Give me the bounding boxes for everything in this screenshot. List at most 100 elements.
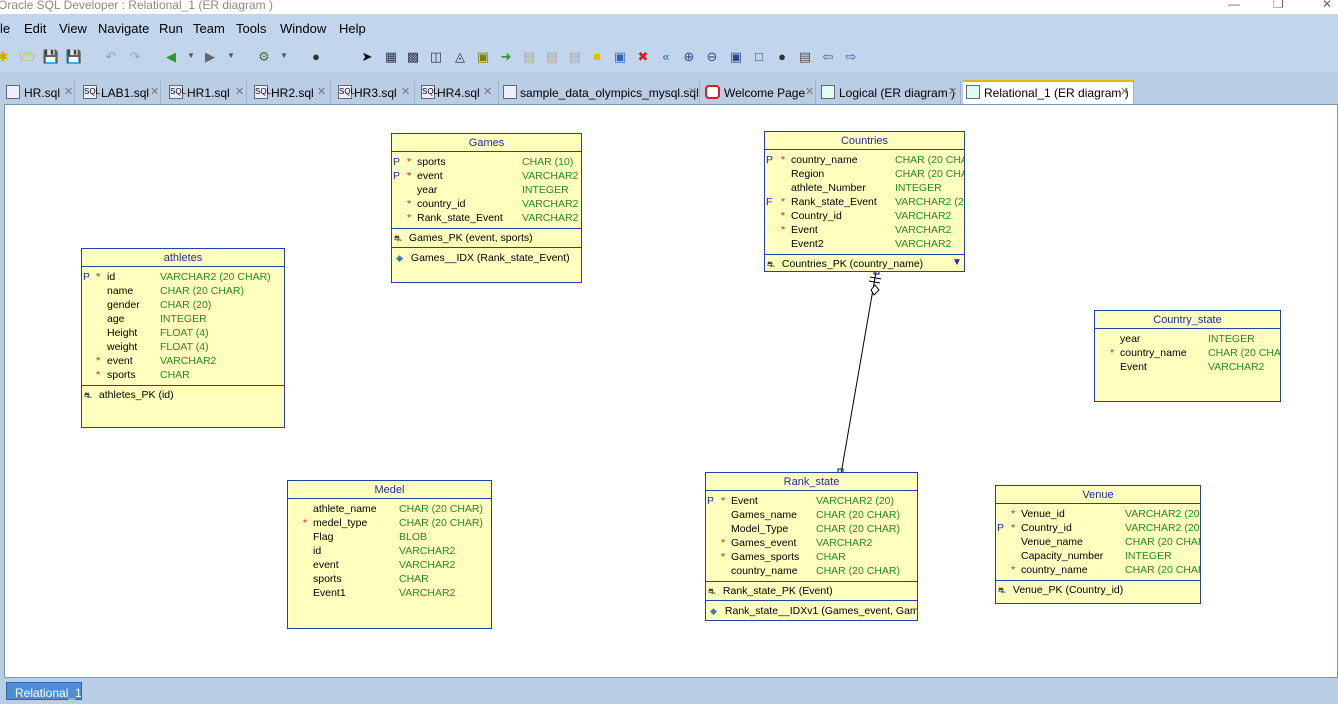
- column-row[interactable]: name CHAR (20 CHAR): [83, 284, 283, 298]
- close-tab-icon[interactable]: ✕: [1120, 85, 1129, 98]
- menu-window[interactable]: Window: [280, 21, 326, 36]
- back-dropdown-icon[interactable]: ▼: [186, 47, 196, 65]
- table-medel[interactable]: Medel athlete_name CHAR (20 CHAR) * mede…: [287, 480, 492, 629]
- table-country-state[interactable]: Country_state year INTEGER * country_nam…: [1094, 310, 1281, 402]
- menu-view[interactable]: View: [59, 21, 87, 36]
- column-row[interactable]: P * event VARCHAR2 (: [393, 169, 581, 183]
- tab-sample-data-olympics[interactable]: sample_data_olympics_mysql.sql ✕: [501, 81, 700, 104]
- table-games[interactable]: Games P * sports CHAR (10) P * event VAR…: [391, 133, 582, 283]
- close-tab-icon[interactable]: ✕: [64, 85, 73, 98]
- column-row[interactable]: id VARCHAR2: [289, 544, 491, 558]
- back-icon[interactable]: ◀: [162, 47, 180, 65]
- column-row[interactable]: weight FLOAT (4): [83, 340, 283, 354]
- zoom-out-icon[interactable]: ⊖: [703, 47, 721, 65]
- tab-lab1-sql[interactable]: SQL LAB1.sql ✕: [77, 81, 161, 104]
- column-row[interactable]: Venue_name CHAR (20 CHAR: [997, 535, 1200, 549]
- index-row[interactable]: ◆ Rank_state__IDXv1 (Games_event, Game: [710, 604, 917, 618]
- column-row[interactable]: athlete_name CHAR (20 CHAR): [289, 502, 491, 516]
- column-row[interactable]: age INTEGER: [83, 312, 283, 326]
- column-row[interactable]: * Country_id VARCHAR2: [766, 209, 964, 223]
- minimize-icon[interactable]: —: [1228, 0, 1240, 10]
- primary-key-row[interactable]: ⛐ Venue_PK (Country_id): [998, 583, 1123, 597]
- note-icon[interactable]: ■: [588, 47, 606, 65]
- save-icon[interactable]: 💾: [42, 47, 60, 65]
- new-table-icon[interactable]: ▦: [382, 47, 400, 65]
- search-diagram-icon[interactable]: ●: [773, 47, 791, 65]
- forward-dropdown-icon[interactable]: ▼: [226, 47, 236, 65]
- fit-screen-icon[interactable]: ▣: [727, 47, 745, 65]
- tab-hr2-sql[interactable]: SQL HR2.sql ✕: [249, 81, 331, 104]
- column-row[interactable]: Height FLOAT (4): [83, 326, 283, 340]
- close-tab-icon[interactable]: ✕: [401, 85, 410, 98]
- split-icon[interactable]: ▤: [520, 47, 538, 65]
- select-pointer-icon[interactable]: ➤: [358, 47, 376, 65]
- column-row[interactable]: P * sports CHAR (10): [393, 155, 581, 169]
- menu-edit[interactable]: Edit: [24, 21, 46, 36]
- expand-arrow-icon[interactable]: ▼: [952, 257, 962, 268]
- navigate-back-icon[interactable]: ⇦: [819, 47, 837, 65]
- column-row[interactable]: * sports CHAR: [83, 368, 283, 382]
- table-rank-state[interactable]: Rank_state P * Event VARCHAR2 (20) Games…: [705, 472, 918, 621]
- picture-icon[interactable]: ▣: [611, 47, 629, 65]
- delete-icon[interactable]: ✖: [634, 47, 652, 65]
- column-row[interactable]: P * Event VARCHAR2 (20): [707, 494, 917, 508]
- open-icon[interactable]: 🗁: [19, 47, 37, 65]
- column-row[interactable]: Event VARCHAR2: [1096, 360, 1280, 374]
- zoom-in-icon[interactable]: ⊕: [680, 47, 698, 65]
- column-row[interactable]: event VARCHAR2: [289, 558, 491, 572]
- primary-key-row[interactable]: ⛐ Countries_PK (country_name): [767, 257, 923, 271]
- column-row[interactable]: * country_name CHAR (20 CHAR: [1096, 346, 1280, 360]
- find-icon[interactable]: ●: [307, 47, 325, 65]
- column-row[interactable]: P * Country_id VARCHAR2 (20: [997, 521, 1200, 535]
- tab-logical-er-diagram[interactable]: Logical (ER diagram ) ✕: [818, 81, 961, 104]
- arrange-icon[interactable]: ▤: [566, 47, 584, 65]
- column-row[interactable]: * medel_type CHAR (20 CHAR): [289, 516, 491, 530]
- index-row[interactable]: ◆ Games__IDX (Rank_state_Event): [396, 251, 570, 265]
- column-row[interactable]: * country_id VARCHAR2 (: [393, 197, 581, 211]
- column-row[interactable]: Event2 VARCHAR2: [766, 237, 964, 251]
- engineer-icon[interactable]: «: [657, 47, 675, 65]
- column-row[interactable]: * Venue_id VARCHAR2 (20: [997, 507, 1200, 521]
- save-all-icon[interactable]: 💾: [65, 47, 83, 65]
- merge-icon[interactable]: ▤: [543, 47, 561, 65]
- column-row[interactable]: Model_Type CHAR (20 CHAR): [707, 522, 917, 536]
- column-row[interactable]: * Games_sports CHAR: [707, 550, 917, 564]
- undo-icon[interactable]: ↶: [102, 47, 120, 65]
- column-row[interactable]: year INTEGER: [393, 183, 581, 197]
- connections-dropdown-icon[interactable]: ▼: [279, 47, 289, 65]
- column-row[interactable]: * Rank_state_Event VARCHAR2: [393, 211, 581, 225]
- tab-welcome-page[interactable]: Welcome Page ✕: [702, 81, 816, 104]
- primary-key-row[interactable]: ⛐ athletes_PK (id): [84, 388, 174, 402]
- new-view-icon[interactable]: ▩: [404, 47, 422, 65]
- tab-hr3-sql[interactable]: SQL HR3.sql ✕: [333, 81, 415, 104]
- column-row[interactable]: * country_name CHAR (20 CHAR: [997, 563, 1200, 577]
- column-row[interactable]: Flag BLOB: [289, 530, 491, 544]
- column-row[interactable]: P * country_name CHAR (20 CHA: [766, 153, 964, 167]
- column-row[interactable]: athlete_Number INTEGER: [766, 181, 964, 195]
- tab-hr1-sql[interactable]: SQL HR1.sql ✕: [163, 81, 247, 104]
- close-tab-icon[interactable]: ✕: [150, 85, 159, 98]
- table-countries[interactable]: Countries P * country_name CHAR (20 CHA …: [764, 131, 965, 272]
- column-row[interactable]: Event1 VARCHAR2: [289, 586, 491, 600]
- tab-relational-1[interactable]: Relational_1: [6, 682, 82, 700]
- column-row[interactable]: Region CHAR (20 CHA: [766, 167, 964, 181]
- new-relation-icon[interactable]: ◬: [451, 47, 469, 65]
- forward-icon[interactable]: ▶: [201, 47, 219, 65]
- close-tab-icon[interactable]: ✕: [483, 85, 492, 98]
- er-diagram-canvas[interactable]: Games P * sports CHAR (10) P * event VAR…: [4, 104, 1338, 678]
- navigate-forward-icon[interactable]: ⇨: [842, 47, 860, 65]
- new-icon[interactable]: ✱: [0, 47, 12, 65]
- column-row[interactable]: * Event VARCHAR2: [766, 223, 964, 237]
- close-tab-icon[interactable]: ✕: [805, 85, 814, 98]
- column-row[interactable]: Games_name CHAR (20 CHAR): [707, 508, 917, 522]
- column-row[interactable]: P * id VARCHAR2 (20 CHAR): [83, 270, 283, 284]
- column-row[interactable]: Capacity_number INTEGER: [997, 549, 1200, 563]
- close-window-icon[interactable]: ✕: [1322, 0, 1332, 10]
- column-row[interactable]: * event VARCHAR2: [83, 354, 283, 368]
- close-tab-icon[interactable]: ✕: [948, 85, 957, 98]
- new-type-icon[interactable]: ▣: [474, 47, 492, 65]
- close-tab-icon[interactable]: ✕: [317, 85, 326, 98]
- menu-file[interactable]: le: [0, 21, 10, 36]
- tab-hr-sql[interactable]: HR.sql ✕: [0, 81, 75, 104]
- restore-icon[interactable]: ❐: [1273, 0, 1284, 10]
